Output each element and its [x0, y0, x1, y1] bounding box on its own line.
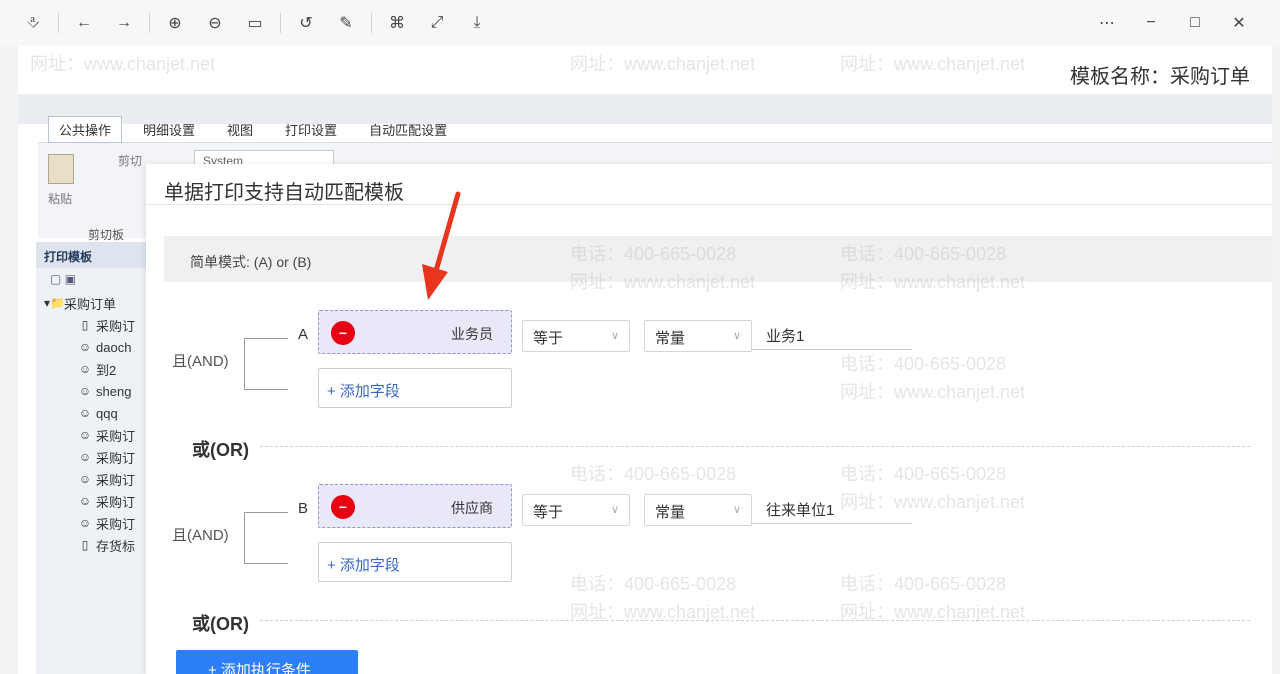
viewer-toolbar: ⎀ ← → ⊕ ⊖ ▭ ↺ ✎ ⌘ ⤢ ⤓ ⋯ − □ ✕ [0, 0, 1280, 46]
more-icon[interactable]: ⋯ [1092, 8, 1122, 38]
save-icon[interactable]: ⤓ [462, 8, 492, 38]
value-input-b[interactable]: 往来单位1 [752, 494, 912, 524]
zoom-out-icon[interactable]: ⊖ [200, 8, 230, 38]
screenshot-page: 模板名称：采购订单 公共操作 明细设置 视图 打印设置 自动匹配设置 粘贴 剪切… [18, 46, 1272, 674]
document-icon: ▯ [81, 538, 89, 552]
back-icon[interactable]: ← [69, 8, 99, 38]
bracket-a [244, 338, 288, 390]
pin-icon[interactable]: ⎀ [18, 8, 48, 38]
field-chip-b[interactable]: − 供应商 [318, 484, 512, 528]
toolbar-divider [371, 13, 372, 33]
fit-width-icon[interactable]: ▭ [240, 8, 270, 38]
add-field-button-a[interactable]: + 添加字段 [318, 368, 512, 408]
new-icon[interactable]: ▢ [50, 272, 61, 286]
or-divider [260, 446, 1250, 447]
close-icon[interactable]: ✕ [1224, 8, 1254, 38]
document-icon: ▯ [81, 318, 89, 332]
tab-auto-match-settings[interactable]: 自动匹配设置 [358, 116, 458, 143]
chevron-down-icon: ∨ [610, 504, 619, 516]
chevron-down-icon: ∨ [610, 330, 619, 342]
chevron-down-icon: ∨ [732, 330, 741, 342]
watermark-phone: 电话：400-665-0028 [840, 46, 1006, 50]
value-type-select-a[interactable]: 常量 ∨ [644, 320, 752, 352]
paste-button[interactable]: 粘贴 [48, 154, 74, 207]
toolbar-divider [149, 13, 150, 33]
watermark-site: 网址：www.chanjet.net [570, 54, 756, 74]
watermark-phone: 电话：400-665-0028 [570, 46, 736, 50]
chevron-down-icon: ∨ [732, 504, 741, 516]
tab-detail-settings[interactable]: 明细设置 [132, 116, 206, 143]
minimize-icon[interactable]: − [1136, 8, 1166, 38]
field-label: 供应商 [451, 500, 493, 516]
value-type-select-b[interactable]: 常量 ∨ [644, 494, 752, 526]
or-label-2: 或(OR) [192, 614, 249, 634]
crop-icon[interactable]: ⌘ [382, 8, 412, 38]
user-icon: ☺ [78, 362, 92, 376]
watermark-site: 网址：www.chanjet.net [30, 54, 216, 74]
maximize-icon[interactable]: □ [1180, 8, 1210, 38]
and-label-b: 且(AND) [172, 527, 229, 544]
clipboard-group-label: 剪切板 [88, 228, 125, 242]
watermark-phone: 电话：400-665-0028 [30, 46, 196, 50]
toolbar-divider [58, 13, 59, 33]
dialog-title: 单据打印支持自动匹配模板 [164, 182, 404, 204]
user-icon: ☺ [78, 340, 92, 354]
user-icon: ☺ [78, 494, 92, 508]
cut-button[interactable]: 剪切 [118, 152, 142, 169]
ribbon-tabs: 公共操作 明细设置 视图 打印设置 自动匹配设置 [48, 116, 458, 143]
mode-band [164, 236, 1272, 282]
user-icon: ☺ [78, 450, 92, 464]
user-icon: ☺ [78, 406, 92, 420]
condition-letter-b: B [298, 500, 309, 517]
paste-icon [48, 154, 74, 184]
watermark-site: 网址：www.chanjet.net [840, 54, 1026, 74]
condition-letter-a: A [298, 326, 309, 343]
remove-field-icon[interactable]: − [331, 495, 355, 519]
save-template-icon[interactable]: ▣ [65, 272, 76, 286]
user-icon: ☺ [78, 428, 92, 442]
tab-print-settings[interactable]: 打印设置 [274, 116, 348, 143]
watermark-phone: 电话：400-665-0028 [300, 46, 466, 50]
annotation-arrow-icon [422, 191, 461, 300]
expand-icon[interactable]: ⤢ [422, 8, 452, 38]
remove-field-icon[interactable]: − [331, 321, 355, 345]
paste-label: 粘贴 [48, 192, 73, 206]
user-icon: ☺ [78, 472, 92, 486]
tab-public-ops[interactable]: 公共操作 [48, 116, 123, 143]
user-icon: ☺ [78, 516, 92, 530]
zoom-in-icon[interactable]: ⊕ [160, 8, 190, 38]
mode-text: 简单模式: (A) or (B) [190, 254, 312, 270]
forward-icon[interactable]: → [109, 8, 139, 38]
auto-match-dialog: 单据打印支持自动匹配模板 简单模式: (A) or (B) 且(AND) A −… [146, 164, 1272, 674]
toolbar-divider [280, 13, 281, 33]
operator-select-b[interactable]: 等于 ∨ [522, 494, 630, 526]
rotate-icon[interactable]: ↺ [291, 8, 321, 38]
add-condition-button[interactable]: + 添加执行条件 [176, 650, 358, 674]
bracket-b [244, 512, 288, 564]
or-divider [260, 620, 1250, 621]
and-label-a: 且(AND) [172, 353, 229, 370]
field-chip-a[interactable]: − 业务员 [318, 310, 512, 354]
add-field-button-b[interactable]: + 添加字段 [318, 542, 512, 582]
field-label: 业务员 [451, 326, 493, 342]
template-name: 模板名称：采购订单 [1070, 66, 1250, 88]
tab-view[interactable]: 视图 [216, 116, 264, 143]
user-icon: ☺ [78, 384, 92, 398]
folder-icon: ▾📁 [44, 296, 65, 310]
or-label-1: 或(OR) [192, 440, 249, 460]
operator-select-a[interactable]: 等于 ∨ [522, 320, 630, 352]
draw-icon[interactable]: ✎ [331, 8, 361, 38]
dialog-divider [146, 204, 1272, 205]
value-input-a[interactable]: 业务1 [752, 320, 912, 350]
